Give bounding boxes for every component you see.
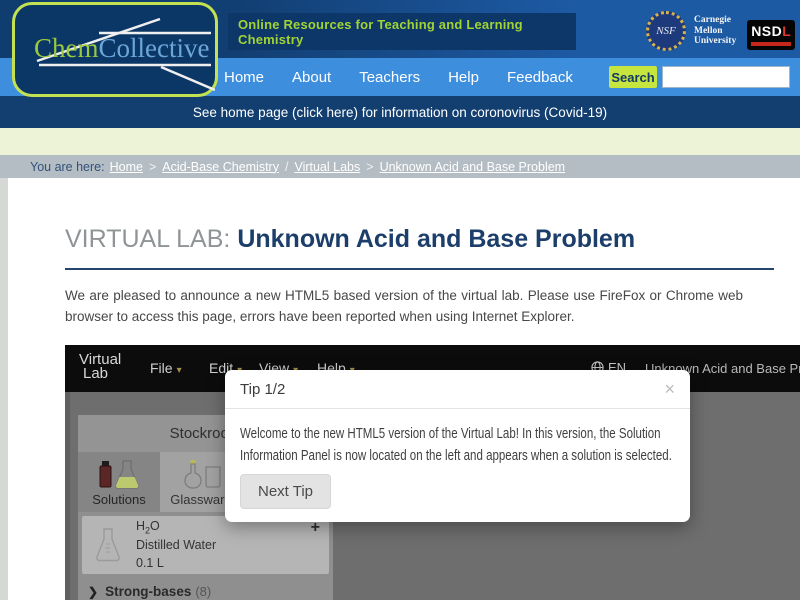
group-strong-bases[interactable]: ❯ Strong-bases (8): [78, 578, 333, 599]
search-input[interactable]: [662, 66, 790, 88]
chemcollective-logo[interactable]: ChemCollective: [12, 2, 218, 97]
flask-icon: [94, 526, 122, 564]
breadcrumb-separator: >: [366, 160, 373, 174]
nsdl-logo: NSDL: [747, 20, 795, 50]
next-tip-button[interactable]: Next Tip: [240, 474, 331, 509]
nav-item-teachers[interactable]: Teachers: [359, 69, 420, 86]
site-tagline: Online Resources for Teaching and Learni…: [228, 13, 576, 50]
nsf-logo: NSF: [646, 11, 686, 51]
breadcrumb: You are here: Home > Acid-Base Chemistry…: [0, 155, 800, 178]
tip-dialog-header: Tip 1/2 ×: [225, 370, 690, 409]
virtual-lab-logo: Virtual Lab: [79, 353, 121, 381]
add-solution-icon[interactable]: +: [311, 521, 320, 535]
tip-dialog: Tip 1/2 × Welcome to the new HTML5 versi…: [225, 370, 690, 522]
vl-left-edge: [65, 392, 70, 600]
vl-menu-file[interactable]: File▾: [150, 360, 182, 376]
carnegie-mellon-logo: Carnegie Mellon University: [694, 15, 736, 47]
nav-item-help[interactable]: Help: [448, 69, 479, 86]
glassware-tab-icon: [178, 459, 224, 489]
page-title-prefix: VIRTUAL LAB:: [65, 225, 230, 253]
page-title: VIRTUAL LAB: Unknown Acid and Base Probl…: [65, 225, 774, 270]
page: Online Resources for Teaching and Learni…: [0, 0, 800, 600]
caret-down-icon: ▾: [177, 365, 182, 376]
chevron-right-icon: ❯: [88, 585, 98, 599]
solution-info: H2O Distilled Water 0.1 L: [136, 518, 216, 572]
covid-notice-banner: See home page (click here) for informati…: [0, 96, 800, 128]
nav-item-home[interactable]: Home: [224, 69, 264, 86]
breadcrumb-separator: /: [285, 160, 288, 174]
pale-divider-band: [0, 128, 800, 155]
solutions-tab-icon: [96, 459, 142, 489]
solution-item-distilled-water[interactable]: H2O Distilled Water 0.1 L +: [82, 516, 329, 574]
nsdl-red-bar: [751, 42, 791, 46]
breadcrumb-current-page[interactable]: Unknown Acid and Base Problem: [380, 160, 566, 174]
nav-links: Home About Teachers Help Feedback: [224, 58, 573, 96]
covid-notice-link[interactable]: See home page (click here) for informati…: [193, 105, 607, 120]
search-button[interactable]: Search: [609, 66, 657, 88]
tip-title: Tip 1/2: [240, 381, 664, 398]
breadcrumb-prefix: You are here:: [30, 160, 105, 174]
solution-volume: 0.1 L: [136, 555, 216, 573]
breadcrumb-separator: >: [149, 160, 156, 174]
breadcrumb-acid-base-chemistry[interactable]: Acid-Base Chemistry: [162, 160, 279, 174]
tab-solutions[interactable]: Solutions: [78, 452, 160, 512]
breadcrumb-virtual-labs[interactable]: Virtual Labs: [294, 160, 360, 174]
nav-item-feedback[interactable]: Feedback: [507, 69, 573, 86]
page-title-problem: Unknown Acid and Base Problem: [237, 225, 635, 253]
chemcollective-wordmark: ChemCollective: [34, 33, 209, 64]
solution-formula: H2O: [136, 518, 216, 537]
solution-name: Distilled Water: [136, 537, 216, 555]
intro-paragraph: We are pleased to announce a new HTML5 b…: [65, 286, 743, 328]
nav-item-about[interactable]: About: [292, 69, 331, 86]
breadcrumb-home[interactable]: Home: [110, 160, 143, 174]
tip-body-text: Welcome to the new HTML5 version of the …: [240, 424, 673, 468]
close-icon[interactable]: ×: [664, 380, 675, 398]
